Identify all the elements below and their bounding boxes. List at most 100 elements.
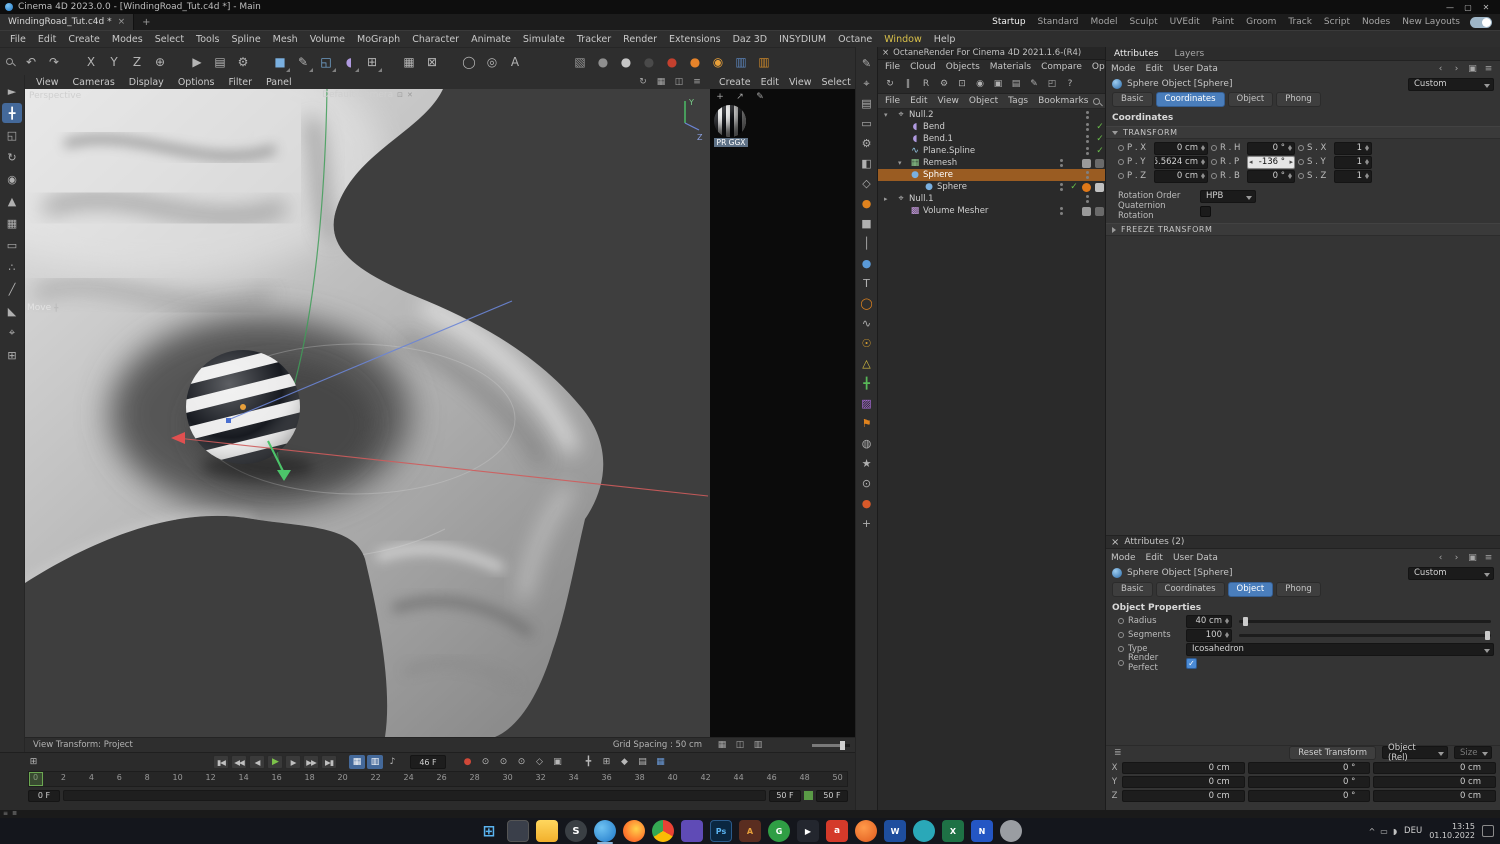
grid-snap-toggle[interactable]: ⊠ [421,51,443,73]
slider-handle[interactable] [1485,630,1490,640]
ov-split-icon[interactable]: ◫ [733,739,747,751]
undo-icon[interactable]: ↶ [20,51,42,73]
anim-dot-icon[interactable] [1298,159,1304,165]
range-track[interactable] [63,790,766,801]
octane-menu-item[interactable]: File [880,62,905,72]
side-tool-icon[interactable]: ⚑ [858,415,876,432]
viewport-menu-item[interactable]: View [29,77,66,88]
menu-item[interactable]: Character [406,33,465,46]
document-tab[interactable]: WindingRoad_Tut.c4d * × [0,14,135,30]
snap-toggle[interactable]: ▦ [398,51,420,73]
visibility-dots[interactable] [1060,183,1063,191]
object-tab[interactable]: Basic [1112,92,1153,107]
layout-item[interactable]: Track [1282,17,1318,27]
minimize-mode-icon[interactable]: ▦ [653,755,668,769]
nav-forward-icon[interactable]: › [1450,552,1463,564]
coord-field[interactable]: 0 ° [1247,789,1371,802]
coord-field[interactable]: 0 ° [1247,761,1371,774]
goto-end-button[interactable]: ▶▮ [321,755,337,769]
side-tool-icon[interactable]: T [858,275,876,292]
visibility-dots[interactable] [1060,207,1063,215]
reset-transform-button[interactable]: Reset Transform [1289,745,1376,760]
octane-ball-dark-icon[interactable]: ● [638,51,660,73]
position-field[interactable]: 0 cm [1154,141,1208,155]
expand-icon[interactable]: ▾ [898,159,907,167]
object-manager-menu-item[interactable]: Edit [905,96,932,106]
primitive-cube-button[interactable]: ■ [269,51,291,73]
viewport-canvas[interactable]: Y Z Perspective Default Camera ⊡ ✕ Move … [25,89,710,737]
menu-item[interactable]: Tracker [571,33,617,46]
minimize-button[interactable]: — [1441,3,1459,12]
layout-item[interactable]: UVEdit [1164,17,1206,27]
taskbar-app-icon[interactable]: G [768,820,790,842]
octane-restart-button[interactable]: R [918,76,934,92]
rotate-tool[interactable]: ↻ [2,147,22,167]
visibility-dots[interactable] [1086,195,1089,203]
key-pla-toggle[interactable]: ▣ [550,755,565,769]
radius-slider[interactable] [1239,616,1491,626]
menu-item[interactable]: MoGraph [351,33,406,46]
anim-dot-icon[interactable] [1118,173,1124,179]
side-tool-icon[interactable]: ▭ [858,115,876,132]
octane-flame-icon[interactable]: ◉ [707,51,729,73]
points-mode[interactable]: ∴ [2,257,22,277]
live-selection-tool[interactable]: ► [2,81,22,101]
octane-viewer-menu-item[interactable]: Create [714,77,756,88]
expand-icon[interactable]: ▸ [884,195,893,203]
coords-menu-icon[interactable]: ≣ [1114,748,1122,758]
preset-dropdown2[interactable]: Custom [1408,566,1494,580]
nav-back-icon[interactable]: ‹ [1434,552,1447,564]
viewport-menu-item[interactable]: Cameras [66,77,122,88]
side-tool-icon[interactable]: ⚙ [858,135,876,152]
key-parameter-toggle[interactable]: ◇ [532,755,547,769]
coord-field[interactable]: 0 cm [1122,761,1245,774]
freeze-transform-header[interactable]: FREEZE TRANSFORM [1106,223,1500,236]
search-icon[interactable] [6,58,13,65]
object-tag-icon[interactable] [1095,158,1104,168]
octane-menu-item[interactable]: Cloud [905,62,941,72]
octane-viewer-menu-item[interactable]: View [784,77,817,88]
object-tab[interactable]: Basic [1112,582,1153,597]
object-row[interactable]: ∿ Plane.Spline ✓ [878,145,1105,157]
tray-device-icon[interactable]: ▭ [1380,827,1388,836]
workplane-mode[interactable]: ▭ [2,235,22,255]
side-tool-icon[interactable]: ● [858,195,876,212]
octane-camera-button[interactable]: ◉ [972,76,988,92]
stepper-left-icon[interactable]: ◂ [1249,158,1253,166]
octane-settings-button[interactable]: ⚙ [936,76,952,92]
object-tag-icon[interactable] [1095,182,1104,192]
panel-tab[interactable]: Layers [1166,48,1212,60]
nav-forward-icon[interactable]: › [1450,63,1463,75]
visibility-dots[interactable] [1086,147,1089,155]
menu-item[interactable]: Create [62,33,106,46]
octane-layers-button[interactable]: ▤ [1008,76,1024,92]
taskbar-app-icon[interactable]: a [826,820,848,842]
anim-dot-icon[interactable] [1298,173,1304,179]
side-tool-icon[interactable]: ▨ [858,395,876,412]
menu-item[interactable]: Spline [225,33,266,46]
octane-sphere-icon[interactable]: ● [592,51,614,73]
camera-close-icon[interactable]: ✕ [407,91,413,99]
object-manager-menu-item[interactable]: Tags [1003,96,1033,106]
side-tool-icon[interactable]: ◇ [858,175,876,192]
visibility-dots[interactable] [1086,171,1089,179]
maximize-button[interactable]: ▢ [1459,3,1477,12]
enabled-check-icon[interactable]: ✓ [1095,122,1105,132]
object-manager-menu-item[interactable]: Object [964,96,1003,106]
viewport-menu-icon[interactable]: ≡ [690,76,704,88]
size-dropdown[interactable]: Size [1454,746,1492,759]
render-perfect-checkbox[interactable] [1186,657,1197,669]
material-preview[interactable]: PR GGX [714,105,748,147]
taskbar-app-icon[interactable] [652,820,674,842]
object-manager-menu-item[interactable]: Bookmarks [1033,96,1093,106]
side-tool-icon[interactable]: ● [858,495,876,512]
object-tab[interactable]: Coordinates [1155,582,1225,597]
rotation-field[interactable]: 0 ° [1247,141,1295,155]
stepper-right-icon[interactable]: ▸ [1289,158,1293,166]
layout-item[interactable]: Sculpt [1124,17,1164,27]
side-tool-icon[interactable]: ▤ [858,95,876,112]
side-tool-icon[interactable]: ■ [858,215,876,232]
octane-ball-orange-icon[interactable]: ● [684,51,706,73]
marker-icon[interactable]: ◆ [617,755,632,769]
autokey-icon[interactable]: ╋ [581,755,596,769]
